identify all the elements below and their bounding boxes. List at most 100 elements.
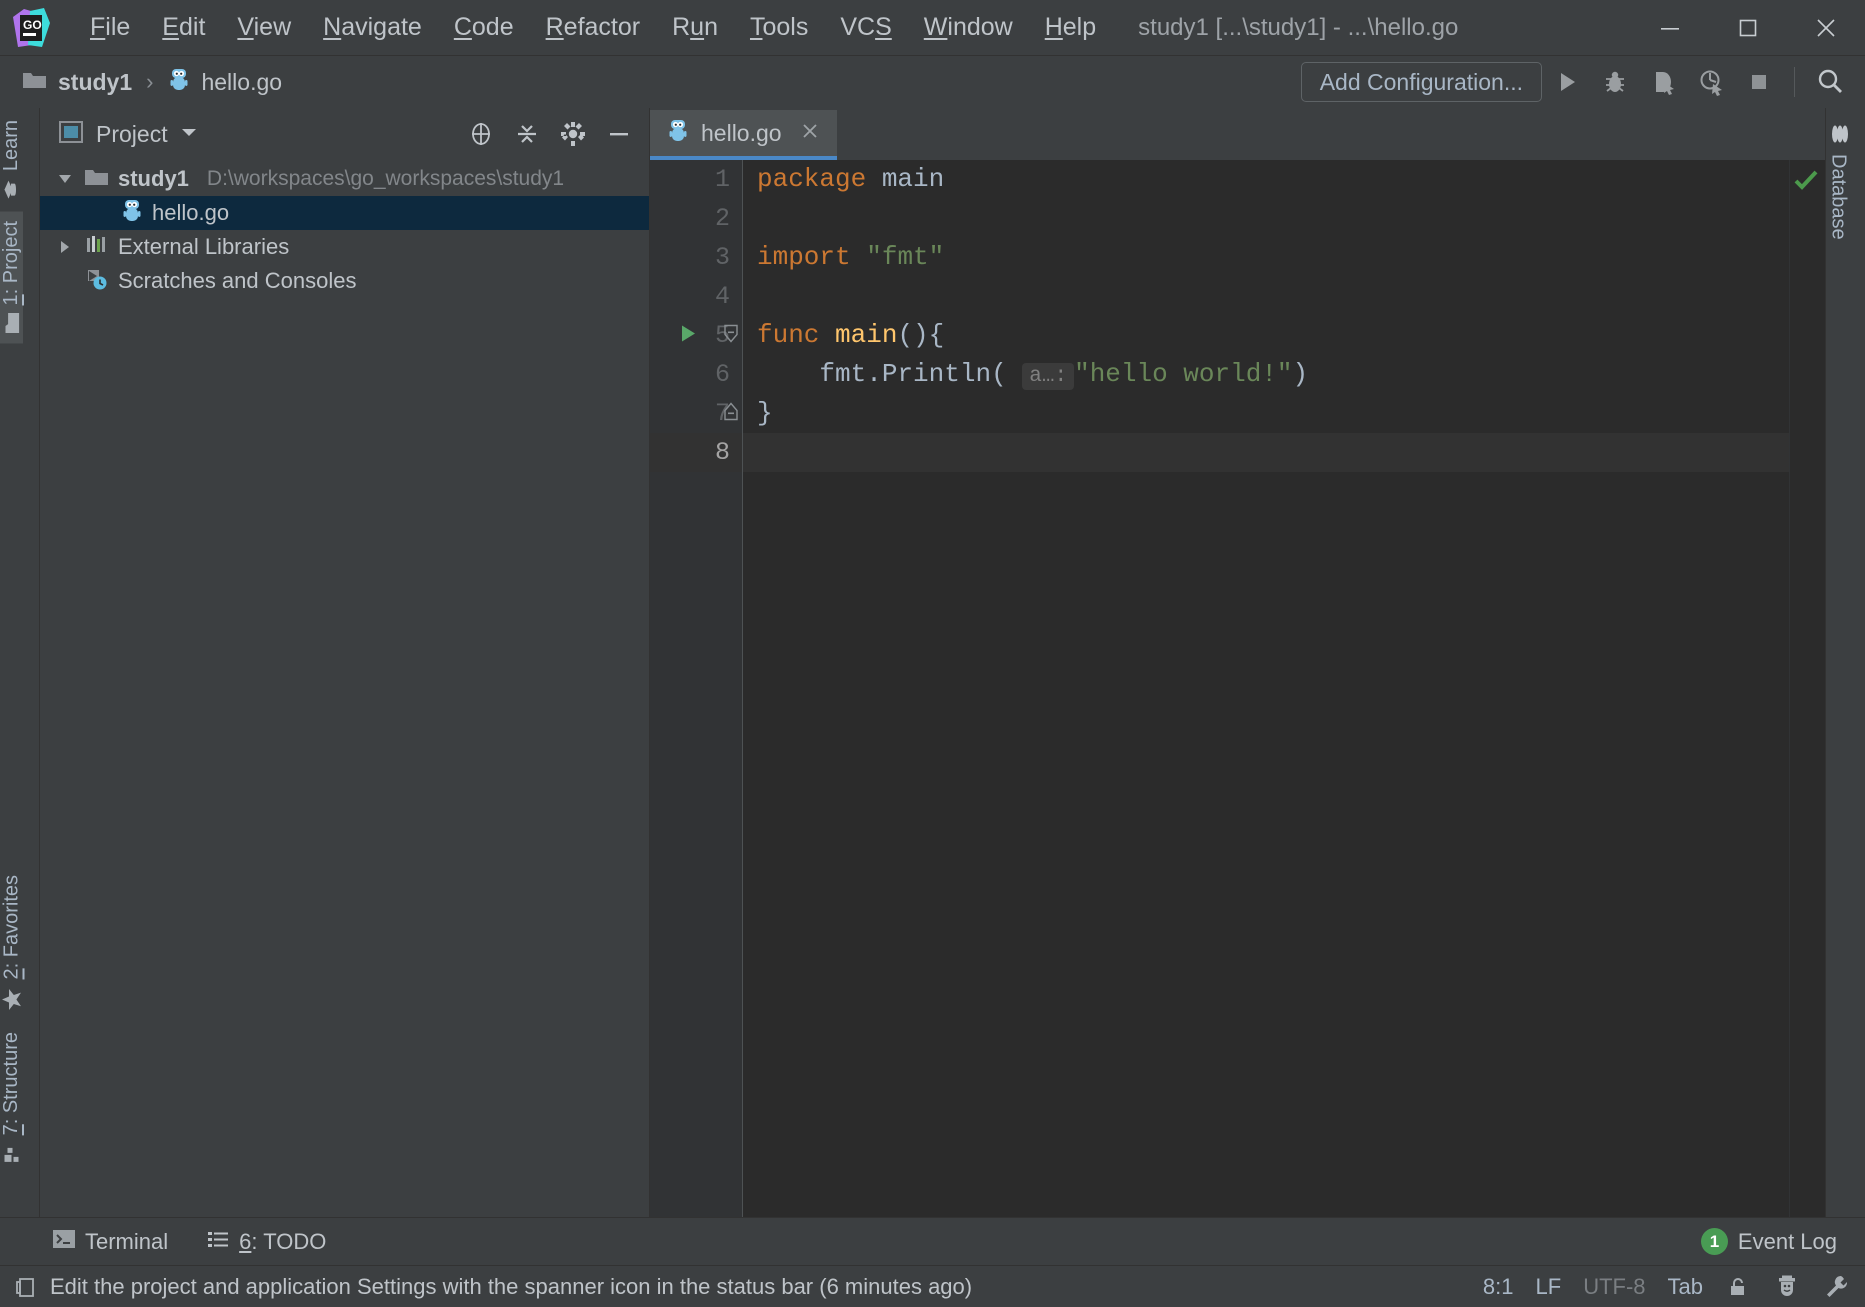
- menu-item-tools[interactable]: Tools: [734, 10, 824, 46]
- indent-setting[interactable]: Tab: [1668, 1274, 1703, 1300]
- menu-item-navigate[interactable]: Navigate: [307, 10, 438, 46]
- code-line-1: package main: [757, 160, 1789, 199]
- tool-button-label-todo: 6: TODO: [239, 1229, 326, 1255]
- chevron-down-icon[interactable]: [54, 172, 76, 186]
- menu-item-edit[interactable]: Edit: [146, 10, 221, 46]
- event-log-badge: 1: [1701, 1228, 1728, 1255]
- code-text[interactable]: package main import "fmt" func main(){ f…: [742, 160, 1789, 1217]
- marker-bar[interactable]: [1789, 160, 1825, 1217]
- profiler-icon[interactable]: [1688, 59, 1734, 105]
- sidebar-item-learn[interactable]: Learn: [0, 110, 23, 211]
- tree-label-hello-go: hello.go: [152, 200, 229, 226]
- dot-operator: .: [866, 359, 882, 389]
- settings-wrench-icon[interactable]: [1823, 1273, 1851, 1301]
- sidebar-label-structure: 7: Structure: [0, 1032, 23, 1135]
- breadcrumb-item-project[interactable]: study1: [22, 69, 132, 96]
- sidebar-label-learn: Learn: [0, 120, 23, 171]
- menu-item-file[interactable]: FFileile: [74, 10, 146, 46]
- editor-gutter[interactable]: 1 2 3 4 5 6 7: [650, 160, 742, 1217]
- breadcrumb: study1 › hello.go: [22, 67, 282, 98]
- project-panel-title: Project: [96, 121, 168, 148]
- run-gutter-icon[interactable]: [678, 322, 698, 349]
- add-configuration-button[interactable]: Add Configuration...: [1301, 62, 1542, 102]
- read-only-toggle-icon[interactable]: [1725, 1274, 1751, 1300]
- line-number: 1: [715, 165, 742, 194]
- chevron-down-icon[interactable]: [180, 125, 198, 144]
- graduation-cap-icon: [1, 179, 23, 202]
- go-file-icon: [120, 198, 144, 229]
- status-message: Edit the project and application Setting…: [50, 1274, 972, 1300]
- scratches-icon: [84, 267, 110, 296]
- gear-icon[interactable]: [553, 114, 593, 154]
- event-log-button[interactable]: 1 Event Log: [1701, 1228, 1837, 1255]
- sidebar-item-structure[interactable]: 7: Structure: [0, 1022, 23, 1175]
- caret-position[interactable]: 8:1: [1483, 1274, 1514, 1300]
- menu-item-window[interactable]: Window: [908, 10, 1029, 46]
- project-panel-header: Project: [40, 108, 649, 160]
- tool-button-todo[interactable]: 6: TODO: [206, 1228, 326, 1256]
- menu-item-run[interactable]: Run: [656, 10, 734, 46]
- code-line-7: }: [757, 394, 1789, 433]
- menu-item-code[interactable]: Code: [438, 10, 530, 46]
- bug-icon[interactable]: [1592, 59, 1638, 105]
- folder-icon: [22, 69, 48, 96]
- fold-start-icon[interactable]: [722, 323, 740, 348]
- notification-icon[interactable]: [14, 1275, 38, 1299]
- tool-button-terminal[interactable]: Terminal: [52, 1228, 168, 1256]
- play-icon[interactable]: [1544, 59, 1590, 105]
- coverage-icon[interactable]: [1640, 59, 1686, 105]
- line-separator[interactable]: LF: [1536, 1274, 1562, 1300]
- goland-logo-icon: GO: [8, 5, 54, 51]
- hector-inspector-icon[interactable]: [1773, 1274, 1801, 1300]
- minimize-icon[interactable]: [1631, 0, 1709, 55]
- title-bar: GO FFileile Edit View Navigate Code Refa…: [0, 0, 1865, 55]
- database-icon: [1826, 122, 1850, 146]
- code-line-2: [757, 199, 1789, 238]
- tree-row-study1[interactable]: study1 D:\workspaces\go_workspaces\study…: [40, 162, 649, 196]
- sidebar-item-favorites[interactable]: 2: Favorites: [0, 865, 24, 1021]
- editor-area: hello.go 1 2 3 4 5: [650, 108, 1825, 1217]
- menu-item-refactor[interactable]: Refactor: [530, 10, 657, 46]
- terminal-icon: [52, 1228, 76, 1256]
- open-paren: (: [991, 359, 1007, 389]
- editor-tab-strip: hello.go: [650, 108, 1825, 160]
- minimize-dash-icon[interactable]: [599, 114, 639, 154]
- keyword-func: func: [757, 320, 819, 350]
- window-title: study1 [...\study1] - ...\hello.go: [1138, 14, 1458, 42]
- code-editor[interactable]: 1 2 3 4 5 6 7: [650, 160, 1825, 1217]
- project-tree[interactable]: study1 D:\workspaces\go_workspaces\study…: [40, 160, 649, 1217]
- tab-hello-go[interactable]: hello.go: [650, 110, 837, 160]
- gutter-line-2: 2: [650, 199, 742, 238]
- todo-list-icon: [206, 1228, 230, 1256]
- goland-window: GO FFileile Edit View Navigate Code Refa…: [0, 0, 1865, 1307]
- status-bar: Edit the project and application Setting…: [0, 1265, 1865, 1307]
- close-icon[interactable]: [1787, 0, 1865, 55]
- maximize-icon[interactable]: [1709, 0, 1787, 55]
- locate-target-icon[interactable]: [461, 114, 501, 154]
- collapse-all-icon[interactable]: [507, 114, 547, 154]
- line-number: 2: [715, 204, 742, 233]
- tree-row-scratches-and-consoles[interactable]: Scratches and Consoles: [40, 264, 649, 298]
- tree-row-hello-go[interactable]: hello.go: [40, 196, 649, 230]
- fold-end-icon[interactable]: [722, 401, 740, 426]
- package-ref-fmt: fmt: [819, 359, 866, 389]
- stop-square-icon[interactable]: [1736, 59, 1782, 105]
- green-check-icon[interactable]: [1793, 168, 1819, 197]
- sidebar-item-database[interactable]: Database: [1826, 108, 1850, 250]
- code-line-4: [757, 277, 1789, 316]
- menu-item-help[interactable]: Help: [1029, 10, 1112, 46]
- chevron-right-icon[interactable]: [54, 239, 76, 255]
- sidebar-item-project[interactable]: 1: Project: [0, 211, 23, 343]
- toolbar-separator: [1794, 67, 1795, 97]
- file-encoding[interactable]: UTF-8: [1583, 1274, 1645, 1300]
- menu-item-view[interactable]: View: [221, 10, 307, 46]
- code-line-6: fmt.Println( a…:"hello world!"): [757, 355, 1789, 394]
- function-name-main: main: [835, 320, 897, 350]
- menu-bar[interactable]: FFileile Edit View Navigate Code Refacto…: [74, 10, 1112, 46]
- breadcrumb-item-file[interactable]: hello.go: [167, 67, 282, 98]
- tree-row-external-libraries[interactable]: External Libraries: [40, 230, 649, 264]
- search-icon[interactable]: [1807, 59, 1853, 105]
- menu-item-vcs[interactable]: VCS: [824, 10, 907, 46]
- go-file-icon: [666, 118, 690, 149]
- close-icon[interactable]: [799, 120, 821, 147]
